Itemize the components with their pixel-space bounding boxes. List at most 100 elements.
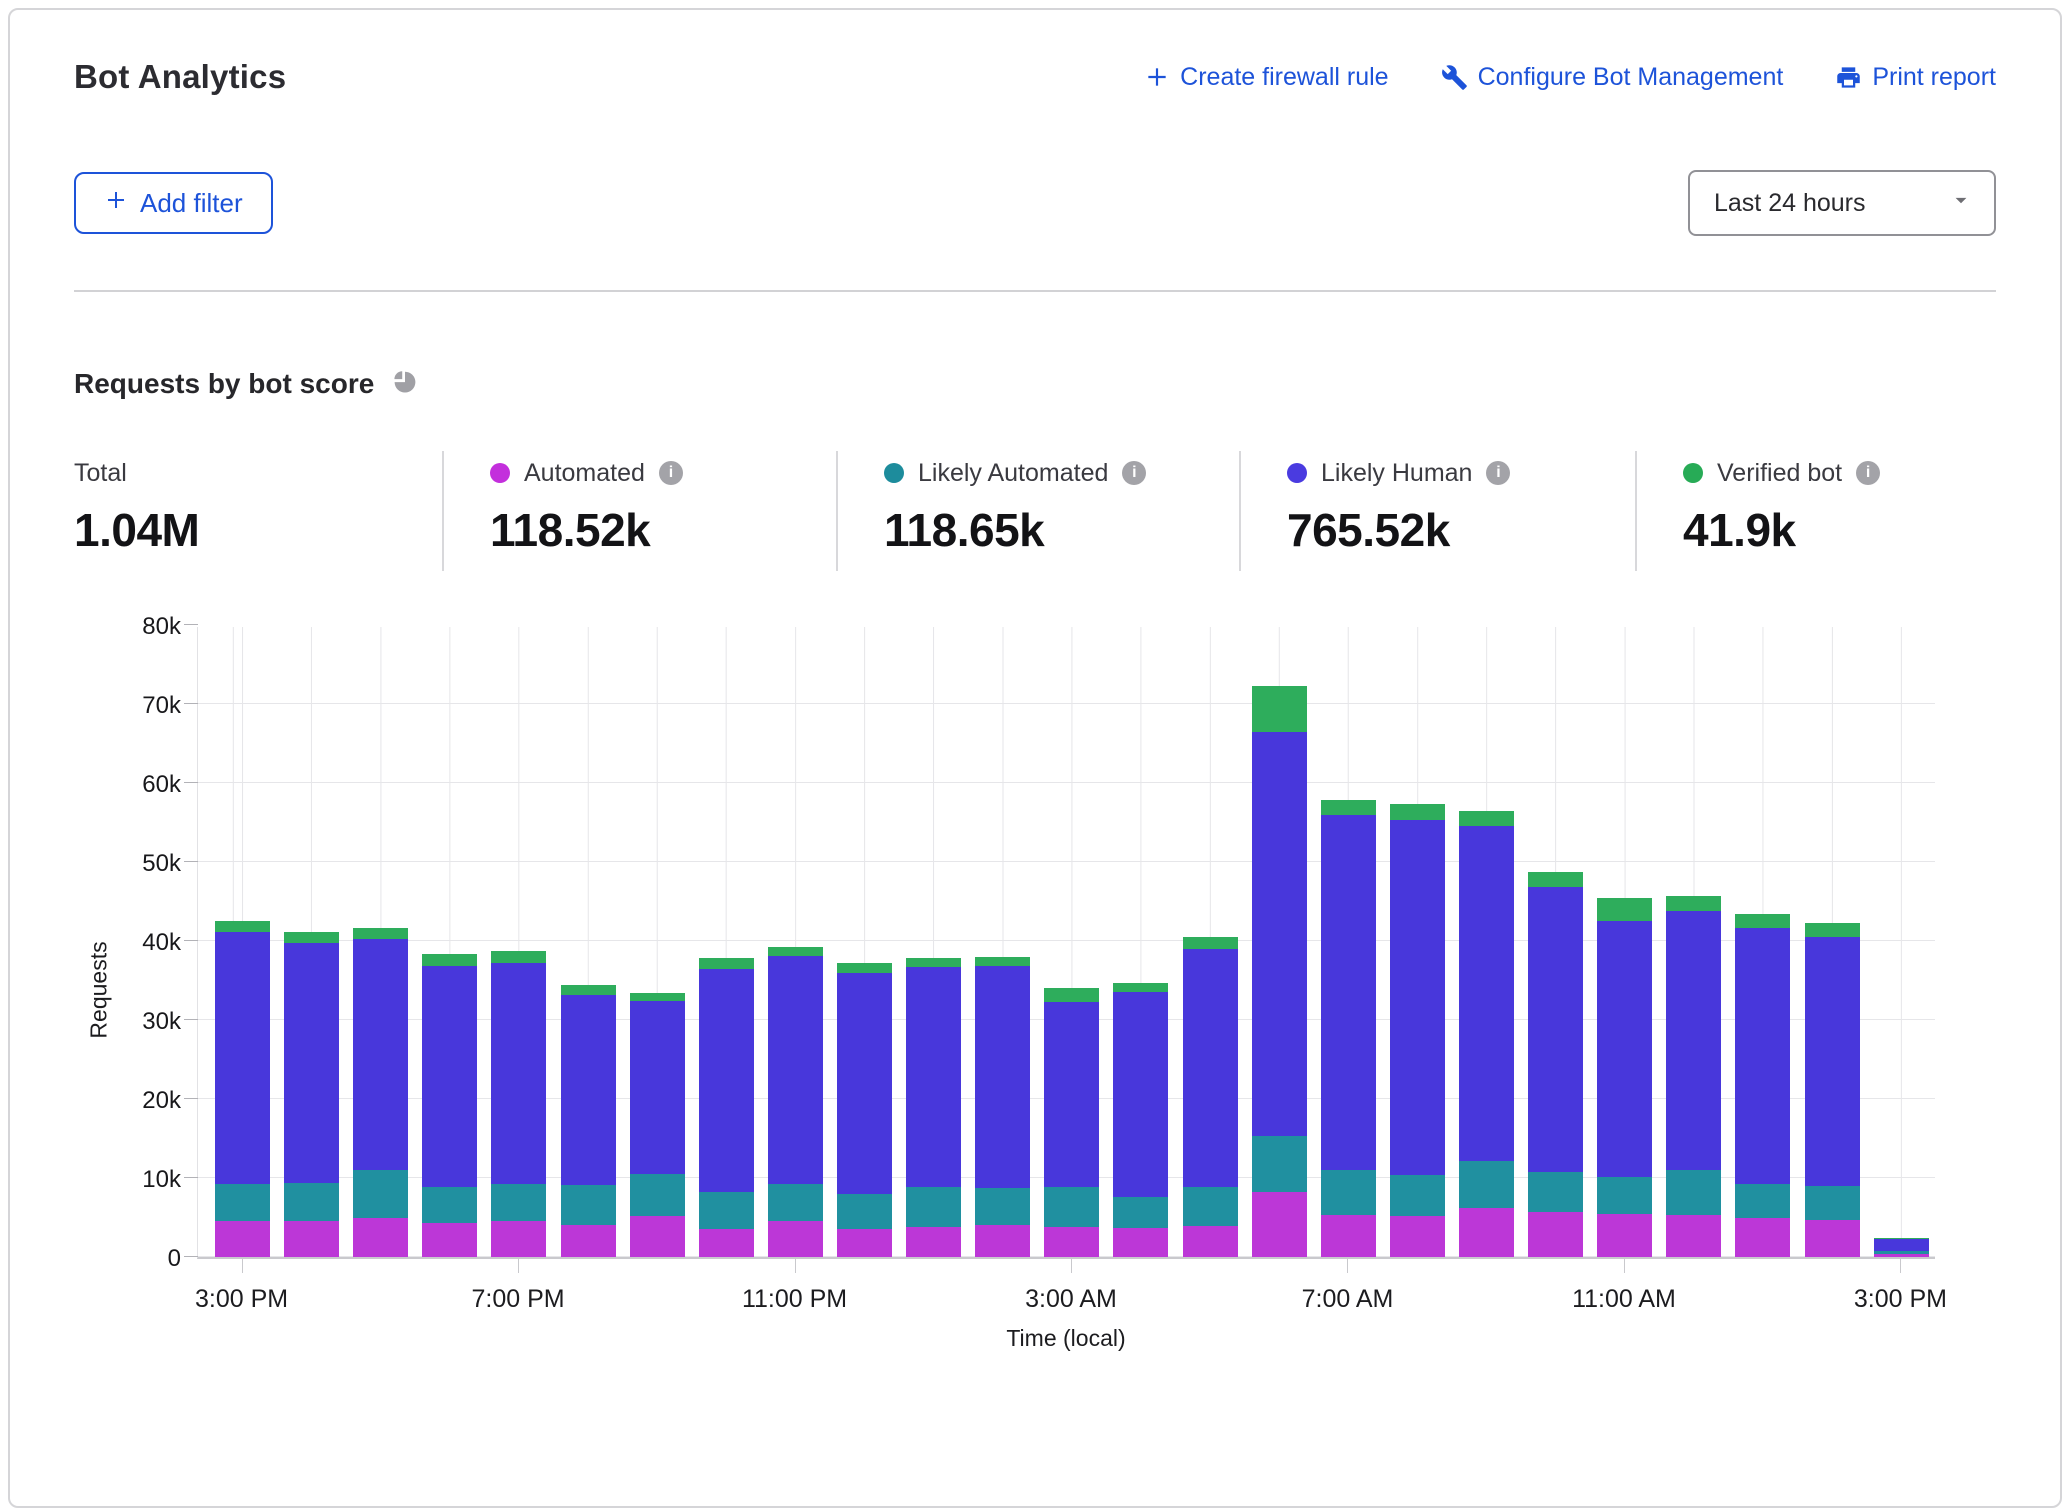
stacked-bar-400pm-1[interactable] [284, 932, 339, 1257]
segment-automated [215, 1221, 270, 1257]
segment-likely-automated [837, 1194, 892, 1229]
stacked-bar-1200pm-21[interactable] [1666, 896, 1721, 1257]
segment-likely-automated [215, 1184, 270, 1220]
x-tick-label: 11:00 PM [742, 1285, 847, 1314]
stacked-bar-200am-11[interactable] [975, 957, 1030, 1257]
stat-value: 118.52k [490, 503, 836, 557]
y-tick-mark [184, 1177, 198, 1178]
bar-slot [346, 928, 415, 1257]
bar-slot [1590, 898, 1659, 1257]
y-tick-label: 50k [142, 850, 181, 878]
stat-value: 41.9k [1683, 503, 1880, 557]
segment-verified-bot [1597, 898, 1652, 922]
add-filter-button[interactable]: Add filter [74, 172, 273, 234]
stat-label: Likely Automated [918, 459, 1108, 488]
segment-likely-automated [768, 1184, 823, 1221]
stacked-bar-700pm-4[interactable] [491, 951, 546, 1257]
y-tick-mark [184, 1256, 198, 1257]
print-report-link[interactable]: Print report [1835, 63, 1996, 92]
stacked-bar-900am-18[interactable] [1459, 811, 1514, 1257]
info-icon[interactable]: i [659, 461, 683, 485]
segment-verified-bot [1805, 923, 1860, 937]
y-tick-label: 80k [142, 613, 181, 641]
time-range-dropdown[interactable]: Last 24 hours [1688, 170, 1996, 236]
requests-chart: Requests 010k20k30k40k50k60k70k80k 3:00 … [74, 627, 1996, 1352]
stacked-bar-300am-12[interactable] [1044, 988, 1099, 1257]
info-icon[interactable]: i [1122, 461, 1146, 485]
segment-likely-automated [975, 1188, 1030, 1225]
info-icon[interactable]: i [1486, 461, 1510, 485]
stacked-bar-1000am-19[interactable] [1528, 872, 1583, 1257]
y-tick-mark [184, 782, 198, 783]
segment-likely-automated [1044, 1187, 1099, 1227]
segment-automated [1459, 1208, 1514, 1257]
y-axis-ticks: 010k20k30k40k50k60k70k80k [124, 627, 197, 1259]
segment-likely-automated [561, 1185, 616, 1225]
bar-slot [1798, 923, 1867, 1257]
stacked-bar-300pm-0[interactable] [215, 921, 270, 1257]
x-tick-label: 3:00 PM [1854, 1285, 1947, 1314]
segment-likely-human [1044, 1002, 1099, 1187]
stacked-bar-500am-14[interactable] [1183, 937, 1238, 1257]
segment-verified-bot [284, 932, 339, 943]
stacked-bar-1100am-20[interactable] [1597, 898, 1652, 1257]
segment-likely-human [1874, 1239, 1929, 1252]
stacked-bar-800pm-5[interactable] [561, 985, 616, 1257]
x-tick-label: 7:00 AM [1302, 1285, 1394, 1314]
segment-verified-bot [1459, 811, 1514, 826]
stacked-bar-600pm-3[interactable] [422, 954, 477, 1257]
segment-verified-bot [1044, 988, 1099, 1002]
segment-automated [1735, 1218, 1790, 1258]
y-tick-label: 70k [142, 692, 181, 720]
stacked-bar-800am-17[interactable] [1390, 804, 1445, 1257]
verified-bot-legend-dot [1683, 463, 1703, 483]
info-icon[interactable]: i [1856, 461, 1880, 485]
segment-automated [906, 1227, 961, 1257]
stacked-bar-1100pm-8[interactable] [768, 947, 823, 1257]
segment-automated [1874, 1254, 1929, 1257]
y-tick-label: 30k [142, 1008, 181, 1036]
segment-likely-automated [491, 1184, 546, 1221]
stat-value: 1.04M [74, 503, 442, 557]
stacked-bar-100pm-22[interactable] [1735, 914, 1790, 1257]
bar-slot [277, 932, 346, 1257]
configure-bot-management-link[interactable]: Configure Bot Management [1441, 63, 1784, 92]
automated-legend-dot [490, 463, 510, 483]
y-tick-mark [184, 1019, 198, 1020]
segment-verified-bot [1321, 800, 1376, 814]
segment-likely-human [630, 1001, 685, 1174]
bar-slot [554, 985, 623, 1257]
stacked-bar-300pm-24[interactable] [1874, 1238, 1929, 1257]
create-firewall-rule-link[interactable]: Create firewall rule [1144, 63, 1388, 92]
segment-likely-automated [1666, 1170, 1721, 1215]
stacked-bar-400am-13[interactable] [1113, 983, 1168, 1257]
y-tick-label: 10k [142, 1166, 181, 1194]
bar-slot [484, 951, 553, 1257]
bar-slot [761, 947, 830, 1257]
stacked-bar-100am-10[interactable] [906, 958, 961, 1257]
segment-verified-bot [975, 957, 1030, 967]
card-header: Bot Analytics Create firewall rule Confi… [10, 10, 2060, 292]
stacked-bar-500pm-2[interactable] [353, 928, 408, 1257]
printer-icon [1835, 64, 1862, 91]
segment-automated [1113, 1228, 1168, 1257]
stacked-bar-200pm-23[interactable] [1805, 923, 1860, 1257]
segment-verified-bot [768, 947, 823, 956]
stacked-bar-1200am-9[interactable] [837, 963, 892, 1257]
segment-automated [1390, 1216, 1445, 1257]
segment-automated [284, 1221, 339, 1257]
segment-likely-human [1597, 921, 1652, 1177]
bars-container [208, 625, 1936, 1257]
segment-automated [975, 1225, 1030, 1257]
stats-row: Total1.04MAutomatedi118.52kLikely Automa… [74, 451, 1996, 571]
stacked-bar-900pm-6[interactable] [630, 993, 685, 1257]
x-axis-labels: 3:00 PM7:00 PM11:00 PM3:00 AM7:00 AM11:0… [197, 1259, 1935, 1325]
bar-slot [1245, 686, 1314, 1257]
bar-slot [692, 958, 761, 1257]
segment-likely-automated [1321, 1170, 1376, 1215]
segment-likely-human [1321, 815, 1376, 1171]
stacked-bar-700am-16[interactable] [1321, 800, 1376, 1257]
header-actions: Create firewall rule Configure Bot Manag… [1144, 63, 1996, 92]
stacked-bar-1000pm-7[interactable] [699, 958, 754, 1257]
stacked-bar-600am-15[interactable] [1252, 686, 1307, 1257]
